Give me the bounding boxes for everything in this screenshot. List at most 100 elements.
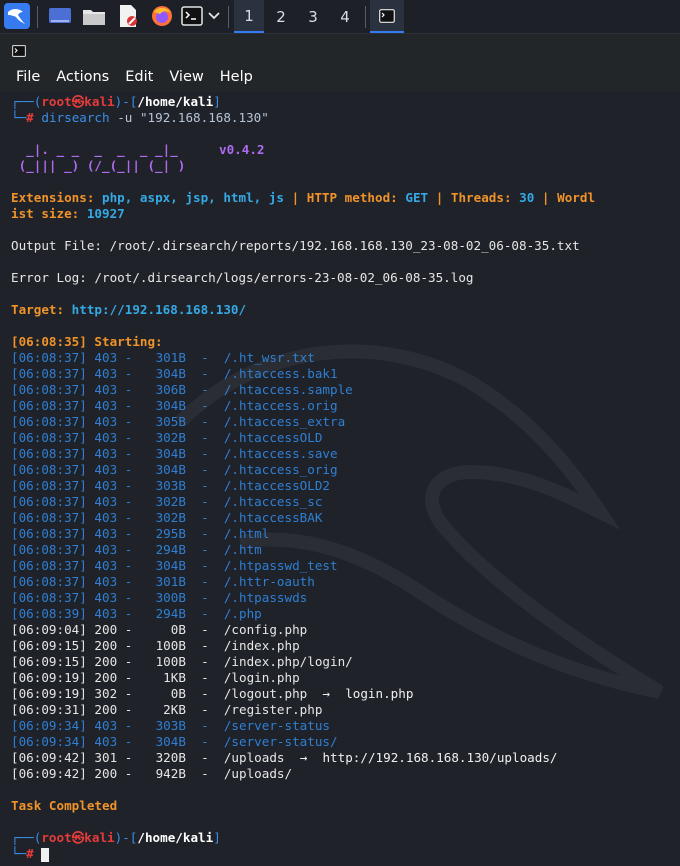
prompt-symbol: # — [26, 110, 34, 125]
result-time: [06:08:37] — [11, 574, 87, 589]
result-time: [06:09:19] — [11, 686, 87, 701]
result-status-code: 200 — [94, 622, 118, 637]
terminal-window-icon[interactable] — [370, 0, 404, 33]
result-row: [06:08:37] 403 - 301B - /.ht_wsr.txt — [11, 350, 315, 365]
result-status-code: 403 — [94, 590, 118, 605]
result-row: [06:08:37] 403 - 294B - /.htm — [11, 542, 262, 557]
result-status-code: 403 — [94, 382, 118, 397]
result-path: /.htaccess_extra — [223, 414, 346, 429]
result-row: [06:08:37] 403 - 302B - /.htaccessOLD — [11, 430, 323, 445]
result-time: [06:08:37] — [11, 526, 87, 541]
output-file-line: Output File: /root/.dirsearch/reports/19… — [11, 238, 580, 253]
result-time: [06:09:15] — [11, 638, 87, 653]
result-size: 304B — [148, 366, 186, 381]
result-status-code: 403 — [94, 462, 118, 477]
method-value: GET — [405, 190, 429, 205]
result-size: 304B — [148, 446, 186, 461]
prompt-at: ㉿ — [71, 830, 85, 845]
result-time: [06:08:37] — [11, 398, 87, 413]
result-time: [06:09:15] — [11, 654, 87, 669]
result-redirect: login.php — [345, 686, 414, 701]
result-time: [06:08:37] — [11, 478, 87, 493]
result-row: [06:08:37] 403 - 306B - /.htaccess.sampl… — [11, 382, 353, 397]
result-row: [06:09:15] 200 - 100B - /index.php/login… — [11, 654, 353, 669]
result-row: [06:08:37] 403 - 305B - /.htaccess_extra — [11, 414, 346, 429]
result-time: [06:09:34] — [11, 734, 87, 749]
result-path: /login.php — [223, 670, 300, 685]
terminal-icon[interactable] — [180, 3, 204, 29]
result-status-code: 403 — [94, 446, 118, 461]
terminal-output[interactable]: ┌──(root㉿kali)-[/home/kali] └─# dirsearc… — [0, 92, 680, 866]
menu-actions[interactable]: Actions — [56, 69, 109, 85]
top-panel: 1 2 3 4 — [0, 0, 680, 34]
result-status-code: 403 — [94, 558, 118, 573]
file-manager-icon[interactable] — [81, 3, 107, 29]
firefox-icon[interactable] — [149, 3, 175, 29]
result-size: 294B — [148, 542, 186, 557]
threads-value: 30 — [519, 190, 535, 205]
workspace-4[interactable]: 4 — [330, 0, 360, 33]
kali-menu-icon[interactable] — [3, 3, 31, 29]
workspace-3[interactable]: 3 — [298, 0, 328, 33]
result-row: [06:08:37] 403 - 302B - /.htaccessBAK — [11, 510, 323, 525]
command-line-2[interactable]: └─# — [11, 846, 595, 862]
result-time: [06:08:37] — [11, 430, 87, 445]
task-completed-line: Task Completed — [11, 798, 118, 813]
chevron-down-icon[interactable] — [205, 3, 223, 29]
result-path: /.html — [223, 526, 270, 541]
result-status-code: 403 — [94, 526, 118, 541]
result-row: [06:08:37] 403 - 302B - /.htaccess_sc — [11, 494, 323, 509]
result-row: [06:09:19] 302 - 0B - /logout.php → logi… — [11, 686, 414, 701]
result-path: /register.php — [223, 702, 323, 717]
result-status-code: 403 — [94, 350, 118, 365]
result-time: [06:08:37] — [11, 366, 87, 381]
result-size: 100B — [148, 638, 186, 653]
result-status-code: 403 — [94, 606, 118, 621]
result-size: 100B — [148, 654, 186, 669]
result-row: [06:09:42] 301 - 320B - /uploads → http:… — [11, 750, 558, 765]
dirsearch-logo-line-1: _|. _ _ _ _ _ _|_ — [11, 142, 178, 157]
result-status-code: 403 — [94, 510, 118, 525]
desktop-icon[interactable] — [47, 3, 73, 29]
text-editor-icon[interactable] — [115, 3, 141, 29]
result-size: 302B — [148, 510, 186, 525]
result-size: 301B — [148, 350, 186, 365]
menu-edit[interactable]: Edit — [125, 69, 153, 85]
result-row: [06:09:42] 200 - 942B - /uploads/ — [11, 766, 293, 781]
window-titlebar[interactable] — [0, 34, 680, 62]
result-path: /.htaccess.orig — [223, 398, 338, 413]
result-size: 2KB — [140, 702, 186, 717]
result-path: /logout.php — [223, 686, 308, 701]
result-path: /.htpasswds — [223, 590, 308, 605]
result-status-code: 200 — [94, 670, 118, 685]
result-row: [06:08:37] 403 - 304B - /.htaccess_orig — [11, 462, 338, 477]
result-size: 300B — [148, 590, 186, 605]
result-time: [06:08:37] — [11, 462, 87, 477]
result-size: 320B — [148, 750, 186, 765]
extensions-label: Extensions: — [11, 190, 95, 205]
version-label: v0.4.2 — [219, 142, 265, 157]
result-size: 295B — [148, 526, 186, 541]
prompt-user: root — [41, 94, 72, 109]
workspace-1[interactable]: 1 — [234, 0, 264, 33]
result-status-code: 200 — [94, 766, 118, 781]
menu-view[interactable]: View — [169, 69, 203, 85]
workspace-2[interactable]: 2 — [266, 0, 296, 33]
target-url: http://192.168.168.130/ — [71, 302, 247, 317]
config-line-2: ist size: 10927 — [11, 206, 595, 222]
wordlist-size-value: 10927 — [86, 206, 125, 221]
result-size: 304B — [148, 558, 186, 573]
menu-file[interactable]: File — [16, 69, 40, 85]
starting-line: [06:08:35] Starting: — [11, 334, 163, 349]
result-status-code: 403 — [94, 366, 118, 381]
wordlist-label-part1: Wordl — [557, 190, 596, 205]
result-row: [06:08:37] 403 - 304B - /.htaccess.orig — [11, 398, 338, 413]
result-path: /server-status/ — [223, 734, 338, 749]
result-size: 304B — [148, 734, 186, 749]
result-path: /.htaccess.sample — [223, 382, 353, 397]
config-line-1: Extensions: php, aspx, jsp, html, js | H… — [11, 190, 595, 206]
result-row: [06:08:37] 403 - 301B - /.httr-oauth — [11, 574, 315, 589]
result-path: /uploads/ — [223, 766, 293, 781]
menu-help[interactable]: Help — [220, 69, 253, 85]
prompt-line: ┌──(root㉿kali)-[/home/kali] — [11, 94, 221, 109]
